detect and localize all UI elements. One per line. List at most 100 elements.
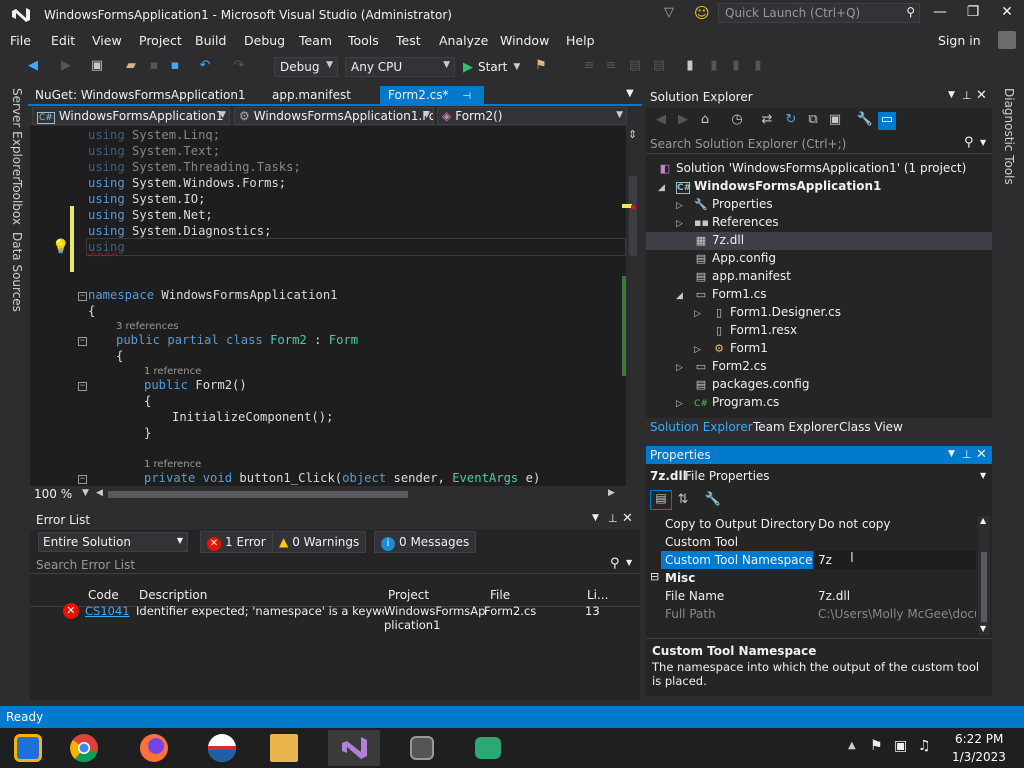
save-all-icon[interactable]: ▪ [166,58,184,76]
menu-window[interactable]: Window [500,33,549,48]
tree-item-references[interactable]: ▪▪ References [694,215,779,229]
menu-debug[interactable]: Debug [244,33,285,48]
menu-help[interactable]: Help [566,33,595,48]
taskbar-app-firefox[interactable] [128,730,180,766]
custom-tool-value[interactable] [816,534,976,550]
messages-filter-button[interactable]: i0 Messages [374,531,477,553]
alphabetical-sort-icon[interactable]: ⇅ [674,492,692,510]
taskbar-app-chrome-canary[interactable] [2,730,54,766]
tab-form2-cs[interactable]: Form2.cs* ⊣ ✕ [380,86,484,116]
menu-test[interactable]: Test [396,33,421,48]
chevron-down-icon[interactable]: ▼ [948,90,955,100]
taskbar-app-visual-studio[interactable] [328,730,380,766]
new-project-icon[interactable]: ▣ [88,58,106,76]
split-icon[interactable]: ⇕ [628,128,637,141]
collapsed-arrow-icon[interactable]: ▷ [676,201,683,211]
menu-tools[interactable]: Tools [348,33,379,48]
error-search-input[interactable]: Search Error List ⚲ ▼ [30,556,640,574]
pin-icon[interactable]: ⊥ [962,448,972,461]
close-panel-icon[interactable]: ✕ [976,447,987,462]
tree-item-properties[interactable]: 🔧 Properties [694,197,773,211]
open-file-icon[interactable]: ▰ [122,58,140,76]
pin-icon[interactable]: ⊣ [462,91,471,102]
solution-platform-select[interactable]: Any CPU ▼ [345,57,455,77]
warnings-filter-button[interactable]: ▲ 0 Warnings [272,531,367,553]
tree-item-packages-config[interactable]: ▤ packages.config [694,377,810,391]
taskbar-app-ohio-state[interactable] [196,730,248,766]
table-row[interactable]: ✕ CS1041 Identifier expected; 'namespace… [30,600,640,634]
type-nav-select[interactable]: ⚙ WindowsFormsApplication1.Fo ▼ [234,107,434,125]
prev-bookmark-icon[interactable]: ▮ [705,58,723,76]
fold-toggle[interactable]: − [78,337,87,346]
collapsed-arrow-icon[interactable]: ▷ [694,309,701,319]
pin-icon[interactable]: ⊥ [962,89,972,102]
navigate-forward-icon[interactable]: ▶ [57,58,75,76]
tree-item-form1-resx[interactable]: ▯ Form1.resx [712,323,797,337]
outdent-icon[interactable]: ≡ [580,58,598,76]
uncomment-icon[interactable]: ▤ [650,58,668,76]
solution-configuration-select[interactable]: Debug ▼ [274,57,338,77]
taskbar-app-file-explorer[interactable] [258,730,310,766]
diagnostic-tools-tab[interactable]: Diagnostic Tools [1002,88,1016,185]
close-panel-icon[interactable]: ✕ [622,511,633,526]
properties-wrench-icon[interactable]: 🔧 [856,112,874,130]
tree-item-app-config[interactable]: ▤ App.config [694,251,776,265]
fold-toggle[interactable]: − [78,475,87,484]
tree-item-form1-class[interactable]: ⚙ Form1 [712,341,768,355]
indent-icon[interactable]: ≡ [602,58,620,76]
error-code-link[interactable]: CS1041 [85,604,130,618]
scroll-left-icon[interactable]: ◀ [96,488,103,498]
flag-icon[interactable]: ⚑ [870,738,883,754]
chevron-down-icon[interactable]: ▼ [82,488,89,498]
errors-filter-button[interactable]: ✕ 1 Error [200,531,273,553]
codelens-references[interactable]: 3 references [116,321,179,332]
comment-icon[interactable]: ▤ [626,58,644,76]
navigate-back-icon[interactable]: ◀ [24,58,42,76]
taskbar-app-chrome[interactable] [58,730,110,766]
properties-object-select[interactable]: 7z.dll File Properties ▼ [646,466,992,486]
save-icon[interactable]: ▪ [145,58,163,76]
menu-team[interactable]: Team [299,33,332,48]
chevron-down-icon[interactable]: ▼ [948,449,955,459]
server-explorer-tab[interactable]: Server Explorer [10,88,24,181]
collapse-category-icon[interactable]: ⊟ [650,570,659,583]
volume-icon[interactable]: ♫ [918,738,931,754]
tree-item-program-cs[interactable]: C# Program.cs [694,395,779,409]
tab-class-view[interactable]: Class View [839,420,903,434]
forward-icon[interactable]: ▶ [674,112,692,130]
collapsed-arrow-icon[interactable]: ▷ [676,219,683,229]
copy-to-output-value[interactable]: Do not copy [818,517,891,531]
lightbulb-icon[interactable]: 💡 [52,239,69,255]
tree-item-form2-cs[interactable]: ▭ Form2.cs [694,359,767,373]
fold-toggle[interactable]: − [78,292,87,301]
tab-solution-explorer[interactable]: Solution Explorer [650,420,753,434]
codelens-references[interactable]: 1 reference [144,459,201,470]
home-icon[interactable]: ⌂ [696,112,714,130]
clear-bookmarks-icon[interactable]: ▮ [749,58,767,76]
scroll-right-icon[interactable]: ▶ [608,488,615,498]
collapse-all-icon[interactable]: ⧉ [804,112,822,130]
member-nav-select[interactable]: ◈ Form2() ▼ [437,107,627,125]
menu-build[interactable]: Build [195,33,226,48]
scroll-thumb[interactable] [981,552,987,622]
collapsed-arrow-icon[interactable]: ▷ [694,345,701,355]
clock-date[interactable]: 1/3/2023 [952,750,1006,764]
scroll-down-icon[interactable]: ▼ [980,624,986,633]
show-all-files-icon[interactable]: ▣ [826,112,844,130]
tab-overflow-icon[interactable]: ▼ [626,88,634,99]
start-button[interactable]: ▶ Start ▼ [463,58,520,76]
feedback-filter-icon[interactable]: ▽ [664,5,674,20]
tree-item-app-manifest[interactable]: ▤ app.manifest [694,269,791,283]
data-sources-tab[interactable]: Data Sources [10,232,24,312]
sync-icon[interactable]: ⇄ [758,112,776,130]
tree-item-form1-designer[interactable]: ▯ Form1.Designer.cs [712,305,841,319]
tab-team-explorer[interactable]: Team Explorer [753,420,839,434]
network-icon[interactable]: ▣ [894,738,907,754]
horizontal-scroll-thumb[interactable] [108,491,408,498]
refresh-icon[interactable]: ↻ [782,112,800,130]
taskbar-app-task-view[interactable] [396,730,448,766]
tab-app-manifest[interactable]: app.manifest [272,88,351,102]
account-avatar-icon[interactable] [998,31,1016,49]
back-icon[interactable]: ◀ [652,112,670,130]
categorized-view-icon[interactable]: ▤ [650,490,672,510]
